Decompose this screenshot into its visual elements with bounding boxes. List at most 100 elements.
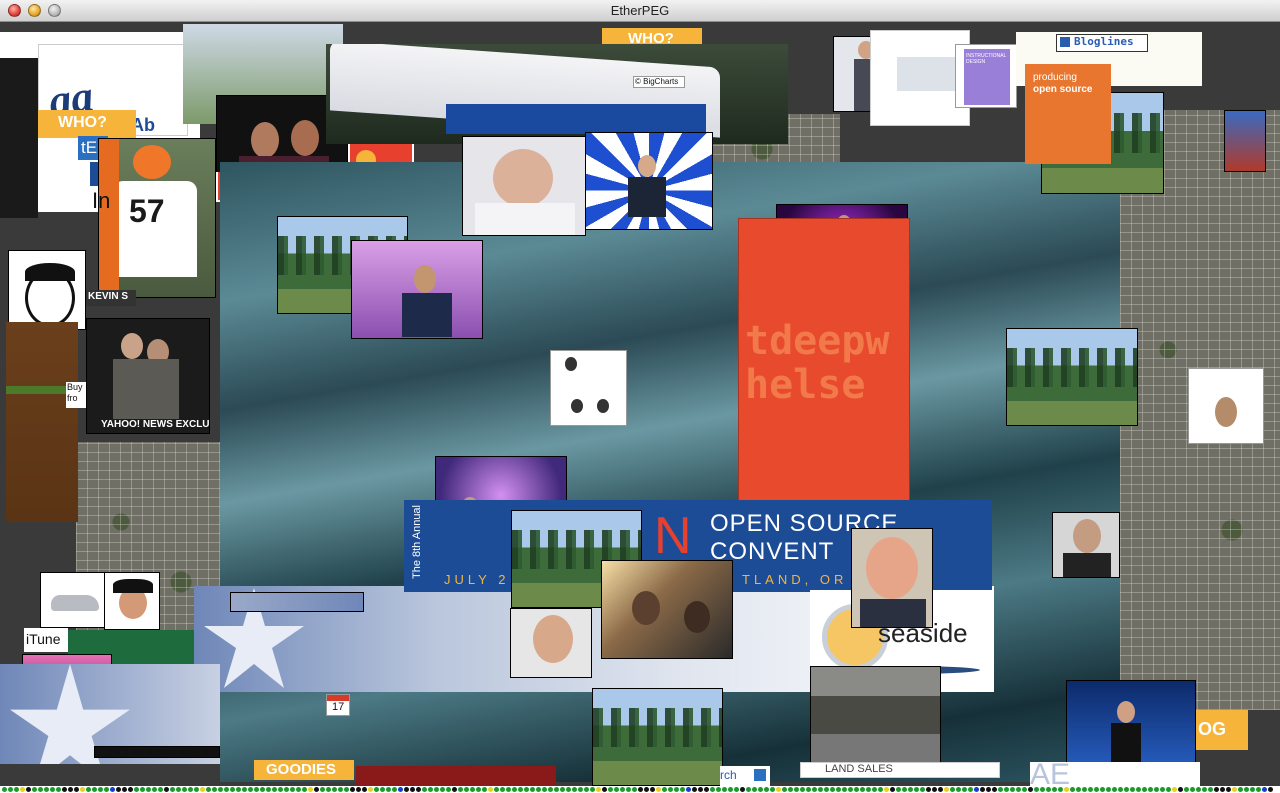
who-badge: WHO?: [36, 110, 136, 138]
status-dot: [68, 787, 73, 792]
man-suit-photo: [1052, 512, 1120, 578]
status-dot: [476, 787, 481, 792]
status-dot: [1214, 787, 1219, 792]
status-dot: [620, 787, 625, 792]
the-8th-annual-label: The 8th Annual: [411, 504, 424, 580]
status-dot: [122, 787, 127, 792]
status-dot: [182, 787, 187, 792]
status-dot: [1034, 787, 1039, 792]
status-dot: [746, 787, 751, 792]
te-label: tE: [81, 138, 98, 157]
status-dot: [716, 787, 721, 792]
status-dot: [920, 787, 925, 792]
status-dot: [644, 787, 649, 792]
goodies-banner: GOODIES: [254, 760, 354, 780]
status-dot: [956, 787, 961, 792]
status-dot: [488, 787, 493, 792]
kevin-banner: KEVIN S: [86, 290, 136, 306]
status-dot: [554, 787, 559, 792]
capture-status-bar: [0, 786, 1280, 793]
status-dot: [698, 787, 703, 792]
cartoon-face-image: [8, 250, 86, 330]
smiling-man-photo: [510, 608, 592, 678]
status-dot: [566, 787, 571, 792]
status-dot: [722, 787, 727, 792]
status-dot: [386, 787, 391, 792]
status-dot: [134, 787, 139, 792]
status-dot: [518, 787, 523, 792]
status-dot: [1106, 787, 1111, 792]
status-dot: [548, 787, 553, 792]
status-dot: [608, 787, 613, 792]
big-ab-label: AE: [1030, 762, 1071, 788]
status-dot: [1100, 787, 1105, 792]
status-dot: [1244, 787, 1249, 792]
open-source-book-label: open source: [1033, 84, 1093, 95]
document-thumbnail: [1188, 368, 1264, 444]
status-dot: [812, 787, 817, 792]
goodies-label: GOODIES: [266, 761, 337, 778]
starfish-banner-small: [230, 592, 364, 612]
truck-photo: [326, 44, 788, 144]
city-label: TLAND, OR: [742, 572, 848, 587]
red-poster-text: tdeepwhelse: [745, 318, 890, 408]
status-dot: [494, 787, 499, 792]
status-dot: [1070, 787, 1075, 792]
status-dot: [380, 787, 385, 792]
status-dot: [248, 787, 253, 792]
status-dot: [62, 787, 67, 792]
status-dot: [980, 787, 985, 792]
status-dot: [1142, 787, 1147, 792]
status-dot: [1250, 787, 1255, 792]
status-dot: [524, 787, 529, 792]
status-dot: [92, 787, 97, 792]
status-dot: [1172, 787, 1177, 792]
status-dot: [320, 787, 325, 792]
status-dot: [914, 787, 919, 792]
car-photo: [40, 572, 106, 628]
status-dot: [962, 787, 967, 792]
concert-photo: YAHOO! NEWS EXCLU: [86, 318, 210, 434]
status-dot: [692, 787, 697, 792]
instructional-label: INSTRUCTIONAL DESIGN: [966, 53, 1007, 65]
status-dot: [1058, 787, 1063, 792]
buy-label: Buy: [67, 382, 83, 392]
status-dot: [596, 787, 601, 792]
status-dot: [818, 787, 823, 792]
jersey-number: 57: [129, 193, 165, 229]
status-dot: [422, 787, 427, 792]
dirt-image: [6, 322, 78, 522]
search-link[interactable]: rch: [720, 768, 737, 782]
status-dot: [938, 787, 943, 792]
status-dot: [1028, 787, 1033, 792]
baby-photo: [462, 136, 586, 236]
status-dot: [848, 787, 853, 792]
status-dot: [806, 787, 811, 792]
status-dot: [932, 787, 937, 792]
red-bar-image: [356, 766, 556, 788]
status-dot: [302, 787, 307, 792]
status-dot: [98, 787, 103, 792]
status-dot: [866, 787, 871, 792]
status-dot: [662, 787, 667, 792]
status-dot: [1124, 787, 1129, 792]
hills-photo: [810, 666, 941, 764]
status-dot: [752, 787, 757, 792]
status-dot: [266, 787, 271, 792]
status-dot: [950, 787, 955, 792]
status-dot: [464, 787, 469, 792]
book-cover-image: INSTRUCTIONAL DESIGN: [955, 44, 1017, 108]
status-dot: [1184, 787, 1189, 792]
status-dot: [614, 787, 619, 792]
status-dot: [854, 787, 859, 792]
land-sales-fragment: LAND SALES: [800, 762, 1000, 778]
oscon-letters: N: [654, 507, 692, 565]
status-dot: [1004, 787, 1009, 792]
status-dot: [146, 787, 151, 792]
crowd-photo: [601, 560, 733, 659]
status-dot: [1040, 787, 1045, 792]
status-dot: [212, 787, 217, 792]
status-dot: [482, 787, 487, 792]
status-dot: [896, 787, 901, 792]
status-dot: [1076, 787, 1081, 792]
